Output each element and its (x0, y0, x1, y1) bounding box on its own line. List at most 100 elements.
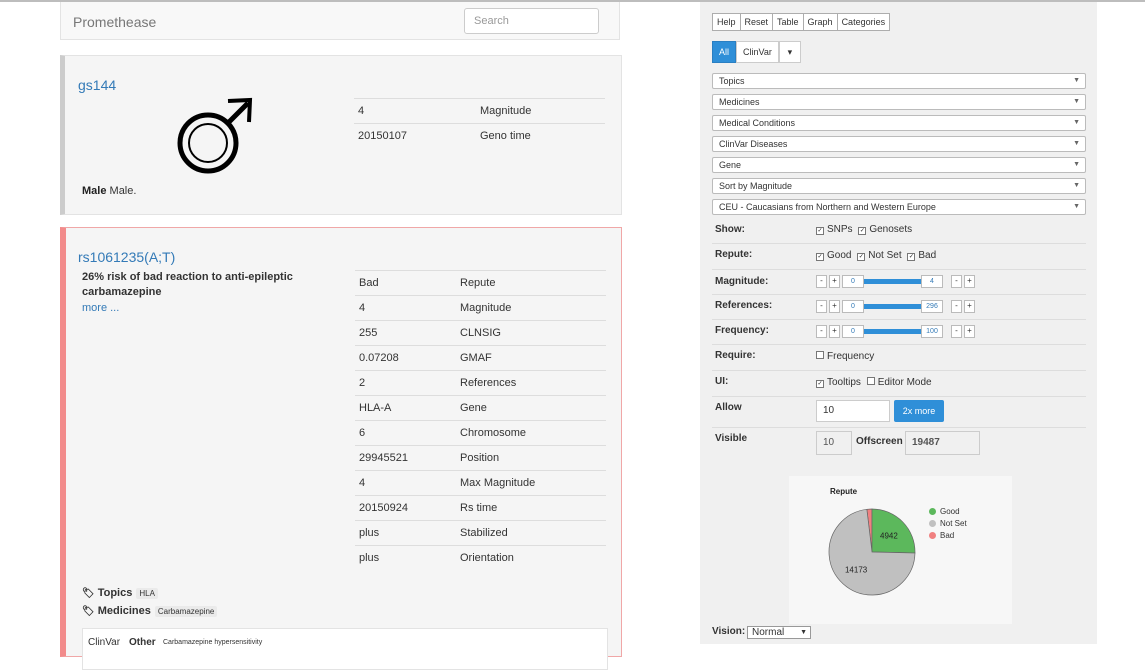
notset-label: Not Set (868, 250, 902, 261)
card-title-rs1061235[interactable]: rs1061235(A;T) (78, 249, 175, 265)
bad-checkbox[interactable]: ✓ (907, 253, 916, 261)
cell-label: Geno time (476, 123, 605, 148)
plus-button[interactable]: + (829, 300, 840, 313)
table-button[interactable]: Table (772, 13, 804, 31)
repute-label: Repute: (715, 249, 753, 260)
bad-label: Bad (918, 250, 937, 261)
pie-value-label: 14173 (845, 566, 868, 575)
brand-title[interactable]: Promethease (73, 14, 156, 30)
legend-item-bad: Bad (929, 530, 967, 542)
offscreen-count: 19487 (905, 431, 980, 455)
medicines-select[interactable]: Medicines ▼ (712, 94, 1086, 110)
genosets-checkbox[interactable]: ✓ (858, 227, 867, 235)
cell-label: Repute (456, 270, 606, 296)
medical-conditions-select[interactable]: Medical Conditions ▼ (712, 115, 1086, 131)
card-title-gs144[interactable]: gs144 (78, 77, 116, 93)
magnitude-slider[interactable]: - + 0 4 - + (816, 275, 977, 288)
clinvar-button[interactable]: ClinVar (736, 41, 779, 63)
clinvar-diseases-select[interactable]: ClinVar Diseases ▼ (712, 136, 1086, 152)
chevron-down-icon[interactable]: ▾ (778, 41, 801, 63)
require-label: Require: (715, 350, 756, 361)
topics-label: Topics (97, 587, 133, 599)
categories-button[interactable]: Categories (836, 13, 891, 31)
references-min-handle[interactable]: 0 (842, 300, 864, 313)
population-select[interactable]: CEU - Caucasians from Northern and Weste… (712, 199, 1086, 215)
double-allow-button[interactable]: 2x more (894, 400, 944, 422)
cell-value: plus (355, 520, 456, 546)
medicines-label: Medicines (97, 605, 151, 617)
vision-select[interactable]: Normal ▼ (747, 626, 811, 639)
all-button[interactable]: All (712, 41, 737, 63)
table-row: 2 References (355, 370, 606, 396)
table-row: 20150924 Rs time (355, 495, 606, 521)
topic-chip-hla[interactable]: HLA (136, 588, 158, 599)
minus-button[interactable]: - (951, 325, 962, 338)
search-input[interactable] (464, 8, 599, 34)
frequency-slider[interactable]: - + 0 100 - + (816, 325, 977, 338)
visible-label: Visible (715, 433, 748, 444)
sort-select[interactable]: Sort by Magnitude ▼ (712, 178, 1086, 194)
minus-button[interactable]: - (951, 300, 962, 313)
notset-checkbox[interactable]: ✓ (857, 253, 866, 261)
allow-row: Allow 10 2x more (712, 396, 1086, 428)
minus-button[interactable]: - (951, 275, 962, 288)
cell-value: 2 (355, 370, 456, 396)
select-value: Sort by Magnitude (719, 181, 793, 191)
require-frequency-checkbox[interactable] (816, 351, 824, 359)
summary-bold: Male (82, 185, 107, 197)
cell-label: CLNSIG (456, 320, 606, 346)
toolbar-button-group: Help Reset Table Graph Categories (712, 13, 891, 31)
plus-button[interactable]: + (964, 275, 975, 288)
minus-button[interactable]: - (816, 325, 827, 338)
cell-value: plus (355, 545, 456, 570)
graph-button[interactable]: Graph (802, 13, 838, 31)
ui-label: UI: (715, 376, 729, 387)
tag-icon: 🏷 (82, 606, 95, 617)
snps-checkbox[interactable]: ✓ (816, 227, 824, 235)
show-row: Show: ✓ SNPs ✓ Genosets (712, 220, 1086, 244)
vision-label: Vision: (712, 626, 746, 637)
help-button[interactable]: Help (712, 13, 741, 31)
filter-panel: Help Reset Table Graph Categories All Cl… (700, 2, 1097, 644)
cell-label: GMAF (456, 345, 606, 371)
reset-button[interactable]: Reset (739, 13, 774, 31)
chevron-down-icon: ▼ (1073, 98, 1080, 105)
chevron-down-icon: ▼ (1073, 203, 1080, 210)
require-row: Require: Frequency (712, 344, 1086, 371)
plus-button[interactable]: + (829, 325, 840, 338)
snp-properties-table: Bad Repute 4 Magnitude 255 CLNSIG 0.07208 GM… (355, 270, 606, 570)
magnitude-max-handle[interactable]: 4 (921, 275, 943, 288)
topics-line: 🏷 Topics HLA (82, 587, 158, 599)
table-row: 4 Max Magnitude (355, 470, 606, 496)
editor-mode-label: Editor Mode (877, 377, 932, 388)
references-max-handle[interactable]: 296 (921, 300, 943, 313)
references-slider[interactable]: - + 0 296 - + (816, 300, 977, 313)
plus-button[interactable]: + (964, 325, 975, 338)
gene-select[interactable]: Gene ▼ (712, 157, 1086, 173)
plus-button[interactable]: + (964, 300, 975, 313)
navbar: Promethease (60, 2, 620, 40)
plus-button[interactable]: + (829, 275, 840, 288)
male-symbol-icon (177, 97, 253, 174)
good-checkbox[interactable]: ✓ (816, 253, 824, 261)
cell-value: 4 (354, 98, 476, 124)
frequency-min-handle[interactable]: 0 (842, 325, 864, 338)
allow-input[interactable]: 10 (816, 400, 890, 422)
frequency-max-handle[interactable]: 100 (921, 325, 943, 338)
more-link[interactable]: more ... (82, 302, 119, 314)
tooltips-checkbox[interactable]: ✓ (816, 380, 824, 388)
magnitude-min-handle[interactable]: 0 (842, 275, 864, 288)
cell-value: 20150107 (354, 123, 476, 148)
table-row: 255 CLNSIG (355, 320, 606, 346)
table-row: 4 Magnitude (354, 98, 605, 124)
topics-select[interactable]: Topics ▼ (712, 73, 1086, 89)
medicine-chip-carbamazepine[interactable]: Carbamazepine (154, 606, 218, 617)
editor-mode-checkbox[interactable] (866, 377, 875, 385)
gene-link[interactable]: HLA-A (355, 395, 456, 421)
genoset-properties-table: 4 Magnitude 20150107 Geno time (354, 98, 605, 148)
frequency-row: Frequency: - + 0 100 - + (712, 319, 1086, 345)
chevron-down-icon: ▼ (1073, 182, 1080, 189)
minus-button[interactable]: - (816, 275, 827, 288)
minus-button[interactable]: - (816, 300, 827, 313)
chevron-down-icon: ▼ (1073, 161, 1080, 168)
